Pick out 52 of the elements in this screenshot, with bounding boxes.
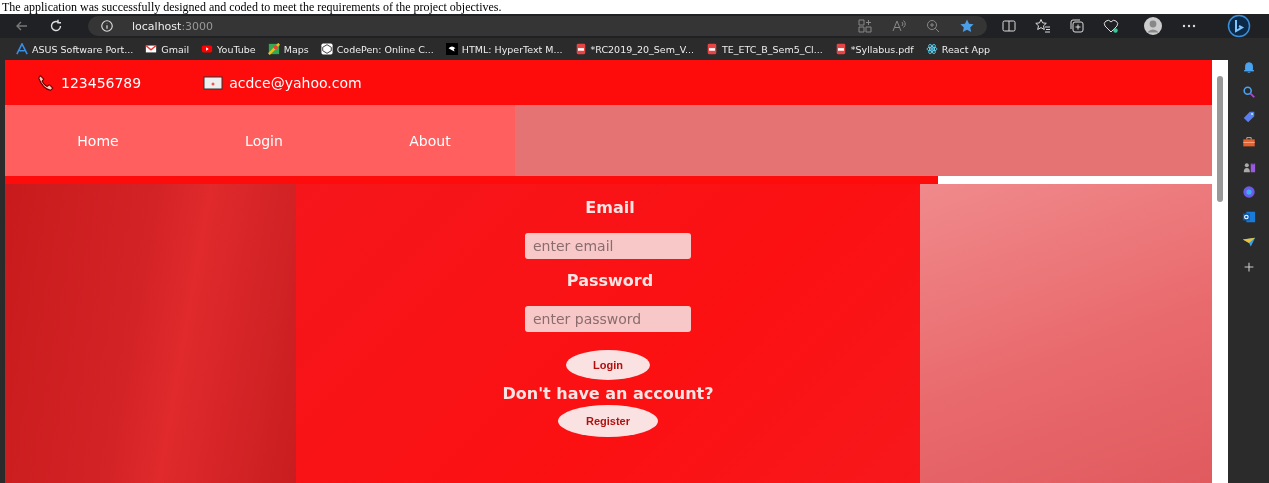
- bookmark-item[interactable]: CodePen: Online C...: [320, 43, 434, 55]
- mail-icon: [145, 43, 158, 55]
- mail-app-icon[interactable]: [1241, 210, 1256, 224]
- email-address: acdce@yahoo.com: [229, 74, 362, 91]
- split-screen-icon[interactable]: [1001, 18, 1017, 34]
- register-prompt: Don't have an account?: [502, 384, 714, 403]
- read-aloud-icon[interactable]: [891, 18, 907, 34]
- scrollbar[interactable]: [1212, 60, 1228, 483]
- field-label: Email: [585, 198, 635, 217]
- favorites-icon[interactable]: [1035, 18, 1051, 34]
- toolbox-icon[interactable]: [1241, 135, 1256, 149]
- register-button[interactable]: Register: [558, 405, 658, 437]
- profile-avatar-icon[interactable]: [1143, 16, 1163, 36]
- pdf-icon: [834, 43, 847, 55]
- address-bar[interactable]: localhost:3000: [88, 16, 987, 36]
- tag-icon[interactable]: [1241, 110, 1256, 124]
- bookmark-item[interactable]: React App: [925, 43, 991, 55]
- caption-text: The application was successfully designed and coded to meet the requirements of the project objectives.: [1, 0, 503, 14]
- bookmark-item[interactable]: Maps: [267, 43, 309, 55]
- apps-icon[interactable]: [857, 18, 873, 34]
- map-icon: [267, 43, 280, 55]
- pdf-icon: [574, 43, 587, 55]
- bell-icon[interactable]: [1241, 60, 1256, 74]
- password-field[interactable]: enter password: [525, 306, 691, 332]
- refresh-icon[interactable]: [48, 18, 64, 34]
- info-icon[interactable]: [100, 19, 114, 33]
- bookmark-item[interactable]: TE_ETC_B_Sem5_Cl...: [706, 43, 823, 55]
- login-button[interactable]: Login: [566, 350, 650, 380]
- search-icon[interactable]: [1241, 85, 1256, 99]
- bookmark-item[interactable]: Gmail: [145, 43, 190, 55]
- chat-logo-icon[interactable]: [1227, 14, 1251, 38]
- paper-plane-icon[interactable]: [1241, 235, 1256, 249]
- address-text: localhost:3000: [132, 19, 214, 33]
- zoom-icon[interactable]: [925, 18, 941, 34]
- phone-number: 123456789: [61, 74, 142, 91]
- bookmark-item[interactable]: *RC2019_20_Sem_V...: [574, 43, 695, 55]
- bookmark-item[interactable]: ASUS Software Port...: [16, 43, 134, 55]
- heart-pulse-icon[interactable]: [1103, 18, 1119, 34]
- play-icon: [201, 43, 214, 55]
- pdf-icon: [706, 43, 719, 55]
- favorite-star-icon[interactable]: [959, 18, 975, 34]
- chess-pieces-icon[interactable]: [1241, 160, 1256, 174]
- bookmark-item[interactable]: YouTube: [201, 43, 256, 55]
- envelope-icon: [203, 75, 224, 90]
- email-field[interactable]: enter email: [525, 233, 691, 259]
- bookmark-item[interactable]: HTML: HyperText M...: [445, 43, 563, 55]
- triangle-icon: [16, 43, 28, 55]
- collections-icon[interactable]: [1069, 18, 1085, 34]
- field-label: Password: [566, 271, 654, 290]
- atom-icon: [925, 43, 938, 55]
- phone-icon: [37, 73, 55, 92]
- bookmark-item[interactable]: *Syllabus.pdf: [834, 43, 914, 55]
